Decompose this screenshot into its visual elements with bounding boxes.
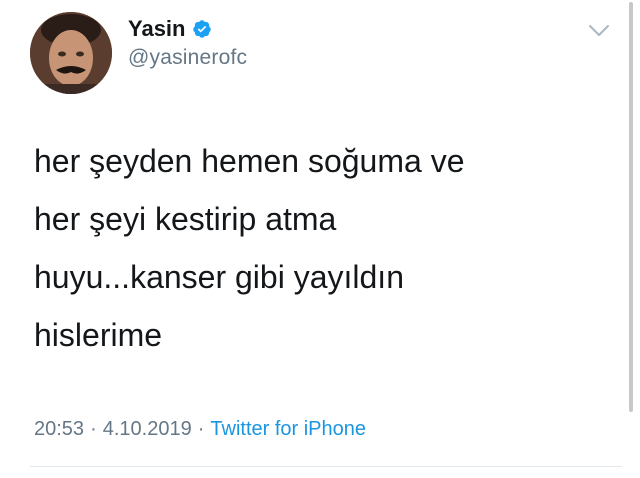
tweet-text-line: her şeyden hemen soğuma ve [34, 143, 465, 179]
divider [30, 466, 622, 467]
scrollbar[interactable] [629, 2, 633, 412]
avatar[interactable] [30, 12, 112, 94]
name-row: Yasin [128, 14, 247, 44]
tweet-text: her şeyden hemen soğuma ve her şeyi kest… [34, 132, 594, 364]
chevron-down-icon[interactable] [588, 24, 610, 38]
meta-separator: · [90, 418, 97, 440]
tweet-time[interactable]: 20:53 [34, 418, 84, 441]
verified-badge-icon [192, 19, 212, 39]
avatar-image [30, 12, 112, 94]
author-block: Yasin @yasinerofc [128, 14, 247, 70]
tweet-text-line: her şeyi kestirip atma [34, 201, 337, 237]
display-name[interactable]: Yasin [128, 16, 185, 42]
meta-separator: · [197, 418, 205, 440]
tweet-date[interactable]: 4.10.2019 [103, 418, 192, 441]
tweet-text-line: huyu...kanser gibi yayıldın [34, 259, 404, 295]
tweet-text-line: hislerime [34, 317, 163, 353]
tweet-card: Yasin @yasinerofc her şeyden hemen soğum… [0, 0, 640, 478]
user-handle[interactable]: @yasinerofc [128, 46, 247, 70]
tweet-source-link[interactable]: Twitter for iPhone [210, 418, 366, 441]
tweet-meta: 20:53 · 4.10.2019 · Twitter for iPhone [34, 418, 366, 441]
